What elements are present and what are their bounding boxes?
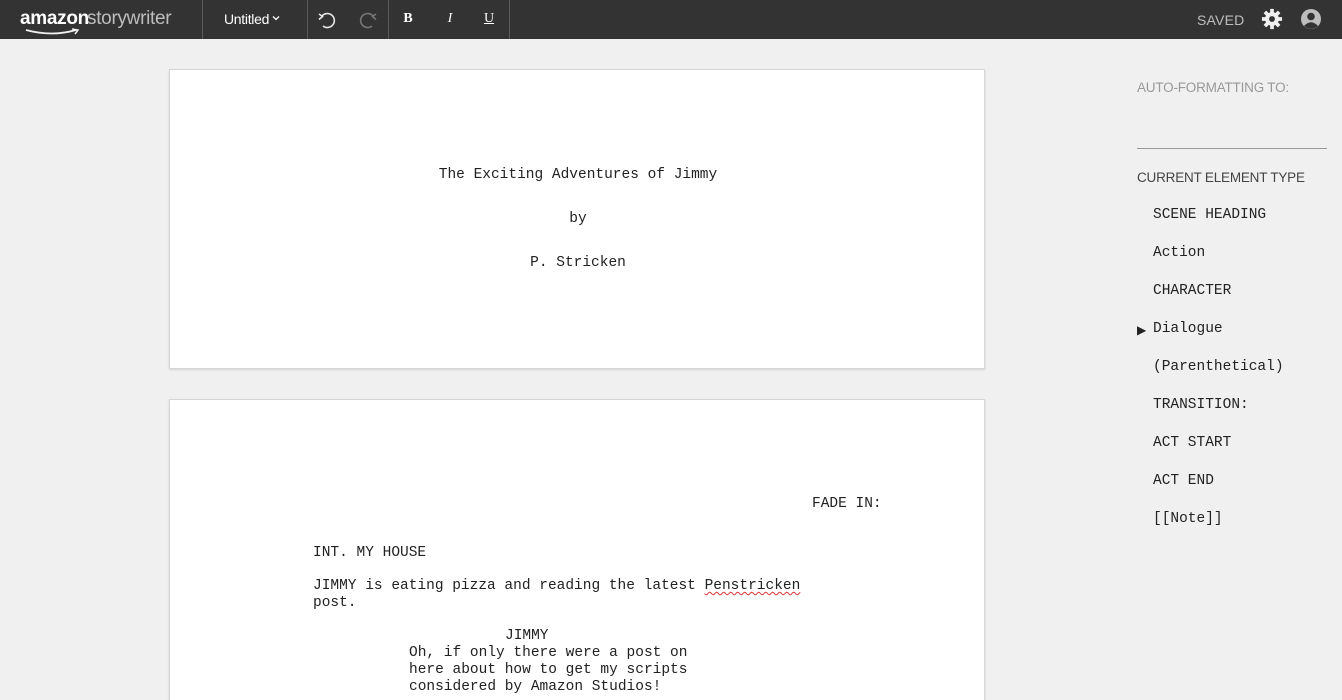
element-type-action[interactable]: Action	[1153, 245, 1205, 261]
current-element-type-label: CURRENT ELEMENT TYPE	[1137, 170, 1305, 185]
dialogue-line[interactable]: here about how to get my scripts	[409, 662, 687, 679]
dialogue-line[interactable]: considered by Amazon Studios!	[409, 679, 661, 696]
chevron-down-icon	[272, 16, 280, 21]
underline-button[interactable]: U	[482, 11, 496, 27]
script-title[interactable]: The Exciting Adventures of Jimmy	[170, 167, 986, 184]
title-page[interactable]: The Exciting Adventures of Jimmy by P. S…	[169, 69, 985, 369]
amazon-smile-icon	[25, 28, 80, 35]
toolbar-divider	[202, 0, 203, 39]
element-type-act-end[interactable]: ACT END	[1153, 473, 1214, 489]
action-line[interactable]: JIMMY is eating pizza and reading the la…	[313, 578, 800, 595]
panel-divider	[1137, 148, 1327, 149]
title-by[interactable]: by	[170, 211, 986, 228]
element-type-scene-heading[interactable]: SCENE HEADING	[1153, 207, 1266, 223]
script-author[interactable]: P. Stricken	[170, 255, 986, 272]
misspelled-word[interactable]: Penstricken	[705, 578, 801, 594]
amazon-storywriter-logo[interactable]: amazon storywriter	[20, 6, 190, 35]
logo-storywriter-text: storywriter	[87, 8, 172, 29]
scene-heading[interactable]: INT. MY HOUSE	[313, 545, 426, 562]
element-type-act-start[interactable]: ACT START	[1153, 435, 1231, 451]
undo-icon[interactable]	[317, 10, 337, 30]
formatting-panel: AUTO-FORMATTING TO: CURRENT ELEMENT TYPE…	[1137, 0, 1332, 700]
element-type-parenthetical[interactable]: (Parenthetical)	[1153, 359, 1284, 375]
toolbar-divider	[509, 0, 510, 39]
element-type-dialogue[interactable]: Dialogue	[1153, 321, 1223, 337]
element-type-note[interactable]: [[Note]]	[1153, 511, 1223, 527]
character-cue[interactable]: JIMMY	[505, 628, 549, 645]
action-text: JIMMY is eating pizza and reading the la…	[313, 578, 705, 594]
element-type-character[interactable]: CHARACTER	[1153, 283, 1231, 299]
selected-arrow-icon: ▶	[1137, 323, 1147, 337]
document-title-dropdown[interactable]: Untitled	[224, 11, 280, 27]
toolbar-divider	[388, 0, 389, 39]
logo-amazon-text: amazon	[20, 8, 89, 29]
transition-line[interactable]: FADE IN:	[812, 496, 882, 513]
italic-button[interactable]: I	[443, 11, 457, 27]
document-title: Untitled	[224, 11, 270, 27]
action-line[interactable]: post.	[313, 595, 357, 612]
auto-formatting-label: AUTO-FORMATTING TO:	[1137, 80, 1289, 95]
script-page[interactable]: FADE IN: INT. MY HOUSE JIMMY is eating p…	[169, 399, 985, 700]
toolbar-divider	[307, 0, 308, 39]
bold-button[interactable]: B	[401, 11, 415, 27]
redo-icon[interactable]	[358, 10, 378, 30]
element-type-transition[interactable]: TRANSITION:	[1153, 397, 1249, 413]
dialogue-line[interactable]: Oh, if only there were a post on	[409, 645, 687, 662]
